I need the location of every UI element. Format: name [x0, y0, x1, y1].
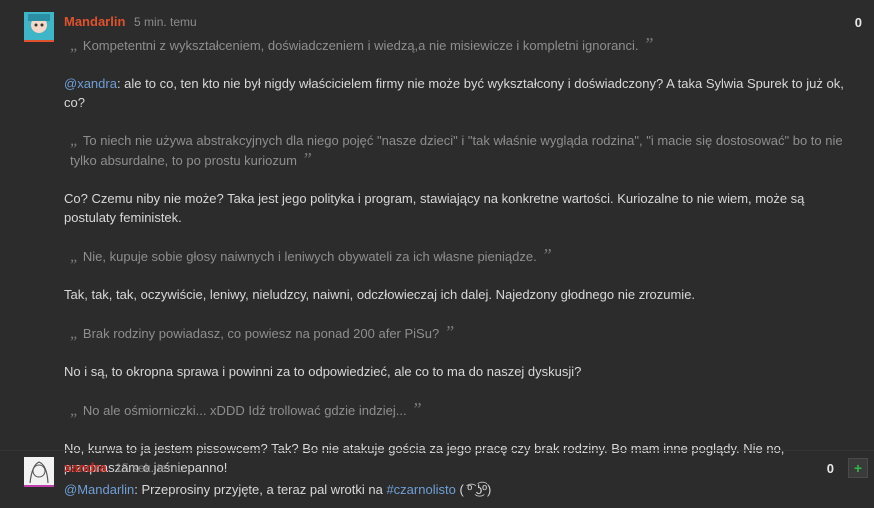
vote-count: 0 [854, 15, 862, 30]
emoticon-text: ( ͡º ͜ʖ͡º) [455, 482, 492, 497]
quote-open-icon: „ [70, 325, 79, 342]
quote-open-icon: „ [70, 132, 79, 149]
quote-text: Brak rodziny powiadasz, co powiesz na po… [82, 326, 440, 341]
paragraph: Tak, tak, tak, oczywiście, leniwy, nielu… [64, 287, 696, 302]
quote-block: „ Brak rodziny powiadasz, co powiesz na p… [64, 323, 854, 343]
paragraph: @Mandarlin: Przeprosiny przyjęte, a tera… [64, 480, 854, 499]
paragraph: @xandra: ale to co, ten kto nie był nigd… [64, 74, 854, 112]
vote-count: 0 [826, 461, 834, 476]
quote-close-icon: ” [541, 245, 552, 265]
avatar-icon[interactable] [24, 457, 54, 487]
paragraph-text: : Przeprosiny przyjęte, a teraz pal wrot… [134, 482, 387, 497]
mention-link[interactable]: @xandra [64, 76, 117, 91]
quote-block: „ No ale ośmiorniczki... xDDD Idź trollow… [64, 400, 854, 420]
comment-meta: xandra 15 sek. temu [64, 460, 184, 475]
comment-time[interactable]: 5 min. temu [134, 15, 197, 29]
quote-close-icon: ” [301, 149, 312, 169]
comment-xandra: xandra 15 sek. temu 0 + @Mandarlin: Prze… [0, 450, 874, 508]
quote-text: No ale ośmiorniczki... xDDD Idź trollowa… [82, 403, 407, 418]
quote-open-icon: „ [70, 248, 79, 265]
comment-body: @Mandarlin: Przeprosiny przyjęte, a tera… [64, 480, 854, 499]
quote-open-icon: „ [70, 37, 79, 54]
comment-meta: Mandarlin 5 min. temu [64, 14, 197, 29]
quote-block: „ To niech nie używa abstrakcyjnych dla n… [64, 131, 854, 170]
paragraph: No i są, to okropna sprawa i powinni za … [64, 364, 582, 379]
quote-text: To niech nie używa abstrakcyjnych dla ni… [70, 133, 843, 168]
paragraph: Co? Czemu niby nie może? Taka jest jego … [64, 191, 805, 225]
quote-close-icon: ” [411, 399, 422, 419]
quote-text: Nie, kupuje sobie głosy naiwnych i leniw… [82, 249, 537, 264]
hashtag-link[interactable]: #czarnolisto [386, 482, 455, 497]
comment-body: „ Kompetentni z wykształceniem, doświadcz… [64, 35, 854, 477]
author-name[interactable]: Mandarlin [64, 14, 125, 29]
mention-link[interactable]: @Mandarlin [64, 482, 134, 497]
author-name[interactable]: xandra [64, 460, 107, 475]
quote-block: „ Nie, kupuje sobie głosy naiwnych i leni… [64, 246, 854, 266]
upvote-button[interactable]: + [848, 458, 868, 478]
paragraph-text: : ale to co, ten kto nie był nigdy właśc… [64, 76, 844, 110]
comment-mandarlin: Mandarlin 5 min. temu 0 „ Kompetentni z w… [0, 0, 874, 475]
comment-time[interactable]: 15 sek. temu [115, 461, 184, 475]
quote-close-icon: ” [643, 34, 654, 54]
avatar-icon[interactable] [24, 12, 54, 42]
quote-block: „ Kompetentni z wykształceniem, doświadcz… [64, 35, 854, 55]
quote-close-icon: ” [444, 322, 455, 342]
quote-text: Kompetentni z wykształceniem, doświadcze… [82, 38, 639, 53]
quote-open-icon: „ [70, 402, 79, 419]
